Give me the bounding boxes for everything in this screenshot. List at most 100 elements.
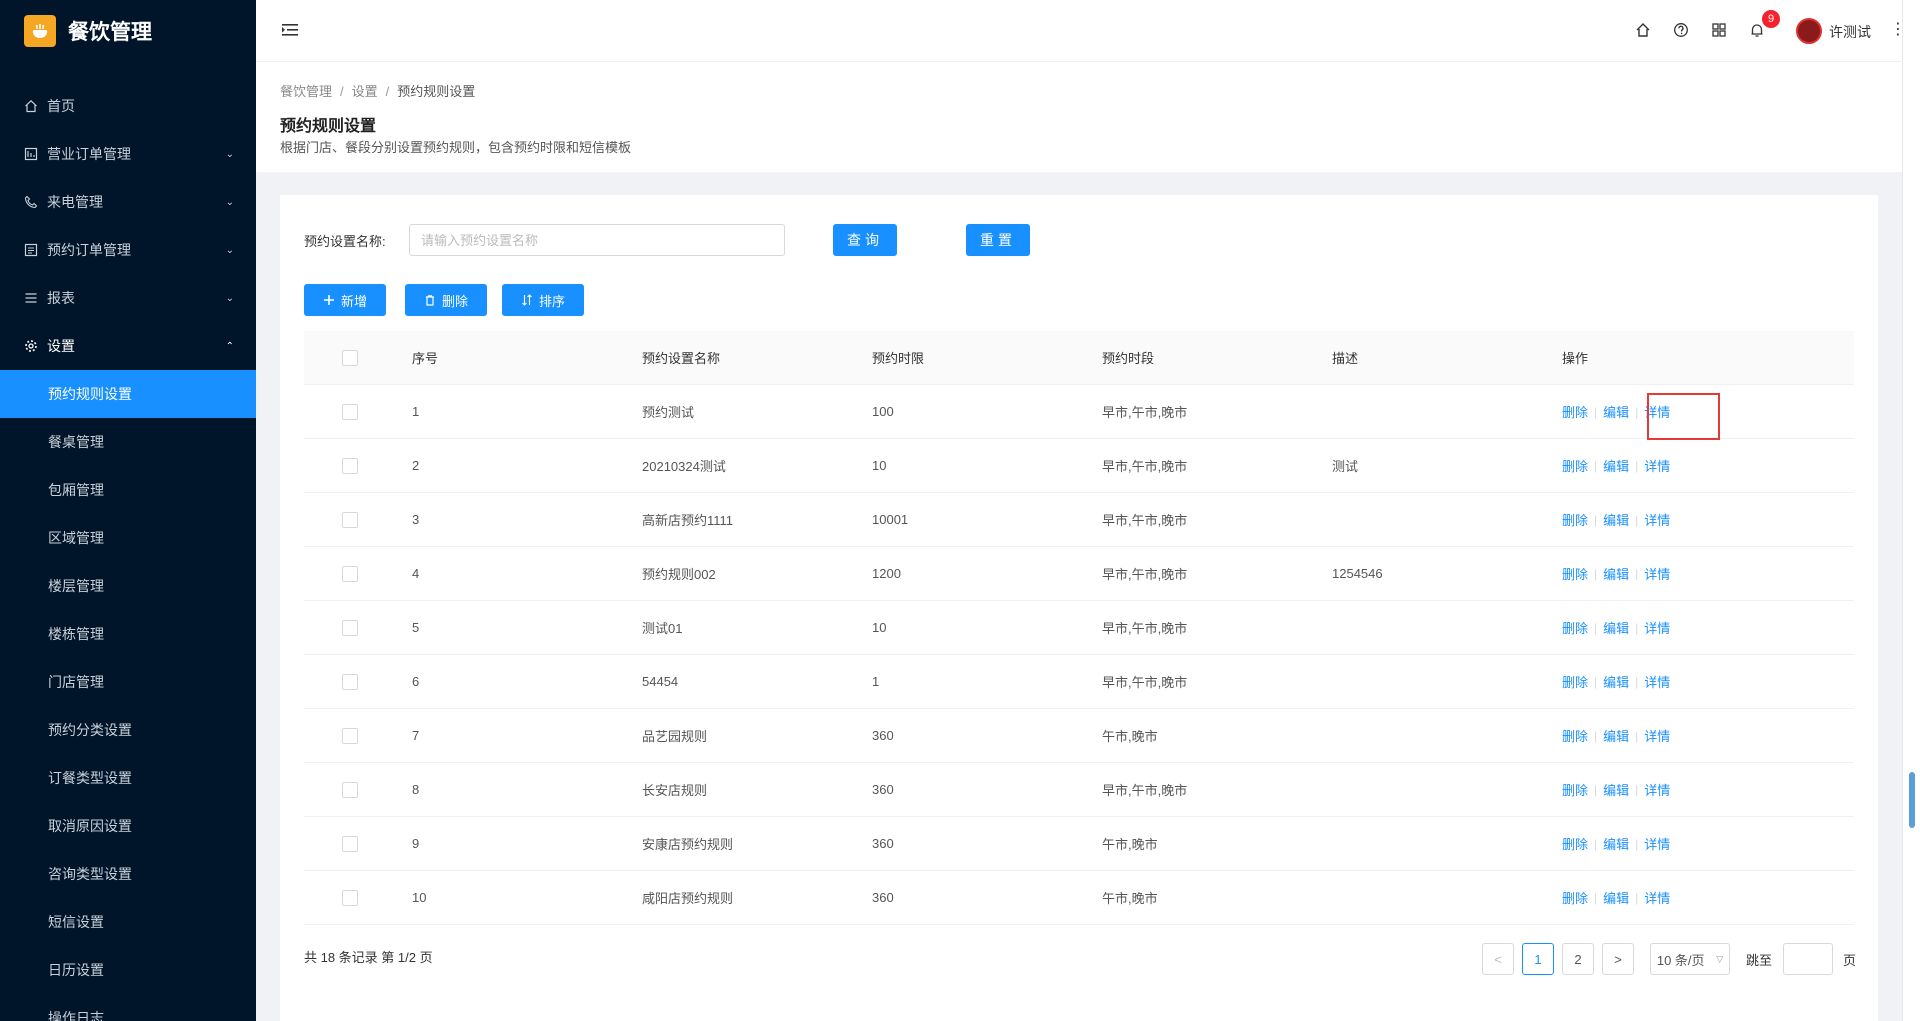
page-button-2[interactable]: 2 bbox=[1562, 943, 1594, 975]
username[interactable]: 许测试 bbox=[1829, 22, 1871, 42]
page-scrollbar[interactable] bbox=[1902, 0, 1920, 1021]
next-page-button[interactable]: > bbox=[1602, 943, 1634, 975]
edit-link[interactable]: 编辑 bbox=[1603, 888, 1629, 907]
sidebar-item[interactable]: 预约订单管理 ⌄ bbox=[0, 226, 256, 274]
edit-link[interactable]: 编辑 bbox=[1603, 780, 1629, 799]
submenu-item[interactable]: 操作日志 bbox=[0, 994, 256, 1021]
apps-icon[interactable] bbox=[1710, 21, 1728, 39]
delete-link[interactable]: 删除 bbox=[1562, 888, 1588, 907]
submenu-item[interactable]: 餐桌管理 bbox=[0, 418, 256, 466]
edit-link[interactable]: 编辑 bbox=[1603, 834, 1629, 853]
row-checkbox[interactable] bbox=[342, 835, 358, 852]
submenu-item[interactable]: 包厢管理 bbox=[0, 466, 256, 514]
delete-link[interactable]: 删除 bbox=[1562, 618, 1588, 637]
row-checkbox[interactable] bbox=[342, 511, 358, 528]
rule-period: 早市,午市,晚市 bbox=[1102, 513, 1188, 528]
submenu-item[interactable]: 预约分类设置 bbox=[0, 706, 256, 754]
row-actions: 删除 | 编辑 | 详情 bbox=[1562, 888, 1670, 907]
submenu-item[interactable]: 楼栋管理 bbox=[0, 610, 256, 658]
page-button-1[interactable]: 1 bbox=[1522, 943, 1554, 975]
sidebar-item[interactable]: 来电管理 ⌄ bbox=[0, 178, 256, 226]
delete-link[interactable]: 删除 bbox=[1562, 510, 1588, 529]
row-index: 8 bbox=[412, 782, 420, 797]
chevron-down-icon: ⌄ bbox=[225, 148, 234, 160]
page-size-value: 10 条/页 bbox=[1656, 952, 1705, 968]
submenu-item-label: 短信设置 bbox=[48, 914, 104, 930]
submenu-item[interactable]: 门店管理 bbox=[0, 658, 256, 706]
sidebar-item[interactable]: 设置 ⌃ bbox=[0, 322, 256, 370]
submenu-item[interactable]: 咨询类型设置 bbox=[0, 850, 256, 898]
row-checkbox[interactable] bbox=[342, 889, 358, 906]
submenu-item[interactable]: 区域管理 bbox=[0, 514, 256, 562]
details-link[interactable]: 详情 bbox=[1644, 564, 1670, 583]
row-checkbox[interactable] bbox=[342, 673, 358, 690]
breadcrumb-item[interactable]: 餐饮管理 bbox=[280, 84, 332, 99]
edit-link[interactable]: 编辑 bbox=[1603, 402, 1629, 421]
query-button[interactable]: 查询 bbox=[833, 224, 897, 256]
sidebar-item[interactable]: 首页 bbox=[0, 82, 256, 130]
submenu-item-label: 包厢管理 bbox=[48, 482, 104, 498]
chevron-down-icon: ⌄ bbox=[225, 292, 234, 304]
edit-link[interactable]: 编辑 bbox=[1603, 564, 1629, 583]
edit-link[interactable]: 编辑 bbox=[1603, 726, 1629, 745]
sidebar-item[interactable]: 营业订单管理 ⌄ bbox=[0, 130, 256, 178]
row-checkbox[interactable] bbox=[342, 403, 358, 420]
user-avatar[interactable] bbox=[1796, 18, 1822, 44]
search-input[interactable] bbox=[409, 224, 785, 256]
sort-button[interactable]: 排序 bbox=[502, 284, 584, 316]
details-link[interactable]: 详情 bbox=[1644, 834, 1670, 853]
edit-link[interactable]: 编辑 bbox=[1603, 672, 1629, 691]
page-header: 餐饮管理 / 设置 / 预约规则设置 预约规则设置 根据门店、餐段分别设置预约规则，包含… bbox=[256, 62, 1902, 172]
prev-page-button[interactable]: < bbox=[1482, 943, 1514, 975]
row-checkbox[interactable] bbox=[342, 457, 358, 474]
reset-button[interactable]: 重置 bbox=[966, 224, 1030, 256]
edit-link[interactable]: 编辑 bbox=[1603, 618, 1629, 637]
sidebar: 餐饮管理 首页 营业订单管理 ⌄ 来电管理 ⌄ 预约订单管理 ⌄ 报表 ⌄ 设置 ⌃ 预约规则设置 餐桌… bbox=[0, 0, 256, 1021]
delete-link[interactable]: 删除 bbox=[1562, 834, 1588, 853]
scrollbar-thumb[interactable] bbox=[1909, 772, 1915, 828]
action-separator: | bbox=[1635, 458, 1639, 473]
add-button[interactable]: 新增 bbox=[304, 284, 386, 316]
details-link[interactable]: 详情 bbox=[1644, 888, 1670, 907]
menu-fold-icon[interactable] bbox=[280, 20, 300, 40]
submenu-item[interactable]: 楼层管理 bbox=[0, 562, 256, 610]
details-link[interactable]: 详情 bbox=[1644, 618, 1670, 637]
details-link[interactable]: 详情 bbox=[1644, 672, 1670, 691]
submenu-item[interactable]: 短信设置 bbox=[0, 898, 256, 946]
row-checkbox[interactable] bbox=[342, 565, 358, 582]
delete-link[interactable]: 删除 bbox=[1562, 402, 1588, 421]
details-link[interactable]: 详情 bbox=[1644, 726, 1670, 745]
app-logo[interactable]: 餐饮管理 bbox=[0, 0, 256, 62]
delete-link[interactable]: 删除 bbox=[1562, 726, 1588, 745]
table-row: 8 长安店规则 360 早市,午市,晚市 删除 | 编辑 | 详情 bbox=[304, 763, 1854, 817]
row-checkbox[interactable] bbox=[342, 781, 358, 798]
action-separator: | bbox=[1635, 404, 1639, 419]
select-all-checkbox[interactable] bbox=[342, 349, 358, 366]
table-row: 9 安康店预约规则 360 午市,晚市 删除 | 编辑 | 详情 bbox=[304, 817, 1854, 871]
breadcrumb-item[interactable]: 设置 bbox=[352, 84, 378, 99]
sort-button-label: 排序 bbox=[538, 293, 565, 309]
submenu-item[interactable]: 订餐类型设置 bbox=[0, 754, 256, 802]
rule-period: 早市,午市,晚市 bbox=[1102, 783, 1188, 798]
page-size-select[interactable]: 10 条/页 ▽ bbox=[1650, 943, 1730, 975]
jump-page-input[interactable] bbox=[1783, 943, 1833, 975]
details-link[interactable]: 详情 bbox=[1644, 510, 1670, 529]
delete-button[interactable]: 删除 bbox=[405, 284, 487, 316]
delete-link[interactable]: 删除 bbox=[1562, 672, 1588, 691]
submenu-item[interactable]: 预约规则设置 bbox=[0, 370, 256, 418]
details-link[interactable]: 详情 bbox=[1644, 456, 1670, 475]
details-link[interactable]: 详情 bbox=[1644, 780, 1670, 799]
delete-link[interactable]: 删除 bbox=[1562, 564, 1588, 583]
sidebar-item-label: 报表 bbox=[47, 290, 75, 306]
submenu-item[interactable]: 日历设置 bbox=[0, 946, 256, 994]
row-checkbox[interactable] bbox=[342, 619, 358, 636]
home-icon[interactable] bbox=[1634, 21, 1652, 39]
edit-link[interactable]: 编辑 bbox=[1603, 456, 1629, 475]
row-checkbox[interactable] bbox=[342, 727, 358, 744]
submenu-item[interactable]: 取消原因设置 bbox=[0, 802, 256, 850]
delete-link[interactable]: 删除 bbox=[1562, 780, 1588, 799]
edit-link[interactable]: 编辑 bbox=[1603, 510, 1629, 529]
sidebar-item[interactable]: 报表 ⌄ bbox=[0, 274, 256, 322]
delete-link[interactable]: 删除 bbox=[1562, 456, 1588, 475]
help-icon[interactable] bbox=[1672, 21, 1690, 39]
